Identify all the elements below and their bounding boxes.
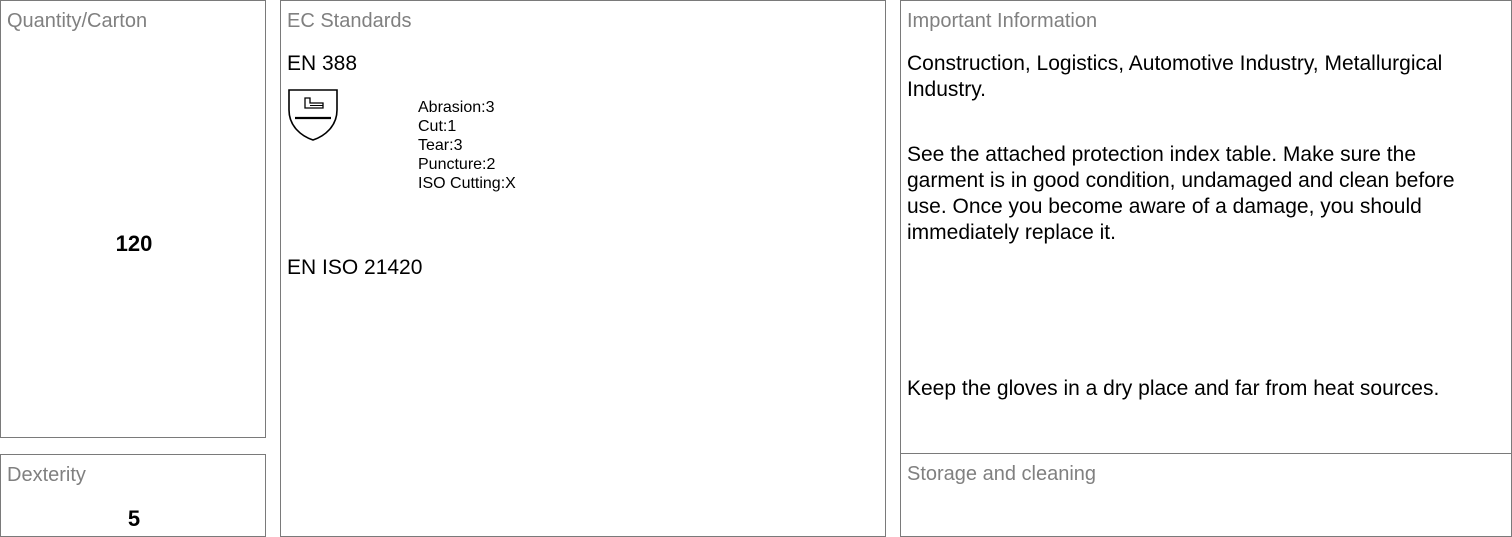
quantity-carton-value: 120 [115, 231, 153, 256]
quantity-carton-heading: Quantity/Carton [7, 10, 148, 32]
rating-tear: Tear:3 [418, 137, 463, 154]
hand-shield-icon [288, 89, 338, 141]
quantity-carton-panel: Quantity/Carton 120 [0, 0, 266, 438]
rating-iso-cutting: ISO Cutting:X [418, 175, 516, 192]
important-information-heading: Important Information [907, 10, 1098, 32]
rating-cut: Cut:1 [418, 118, 457, 135]
storage-cleaning-heading: Storage and cleaning [907, 463, 1097, 485]
important-information-panel: Important Information Construction, Logi… [900, 0, 1512, 454]
info-paragraph-storage: Keep the gloves in a dry place and far f… [907, 377, 1440, 400]
ec-standards-panel: EC Standards EN 388 Abrasion:3 Cut:1 Tea… [280, 0, 886, 537]
dexterity-value: 5 [127, 506, 141, 531]
info-paragraph-usage: See the attached protection index table.… [907, 143, 1455, 244]
rating-puncture: Puncture:2 [418, 156, 496, 173]
rating-abrasion: Abrasion:3 [418, 99, 495, 116]
standard-en388-code: EN 388 [287, 52, 358, 75]
info-paragraph-industries: Construction, Logistics, Automotive Indu… [907, 52, 1443, 101]
dexterity-heading: Dexterity [7, 464, 86, 486]
en388-ratings: Abrasion:3 Cut:1 Tear:3 Puncture:2 ISO C… [418, 98, 516, 193]
dexterity-panel: Dexterity 5 [0, 454, 266, 537]
storage-cleaning-panel: Storage and cleaning [900, 453, 1512, 537]
standard-en-iso-21420-code: EN ISO 21420 [287, 256, 423, 279]
ec-standards-heading: EC Standards [287, 10, 412, 32]
